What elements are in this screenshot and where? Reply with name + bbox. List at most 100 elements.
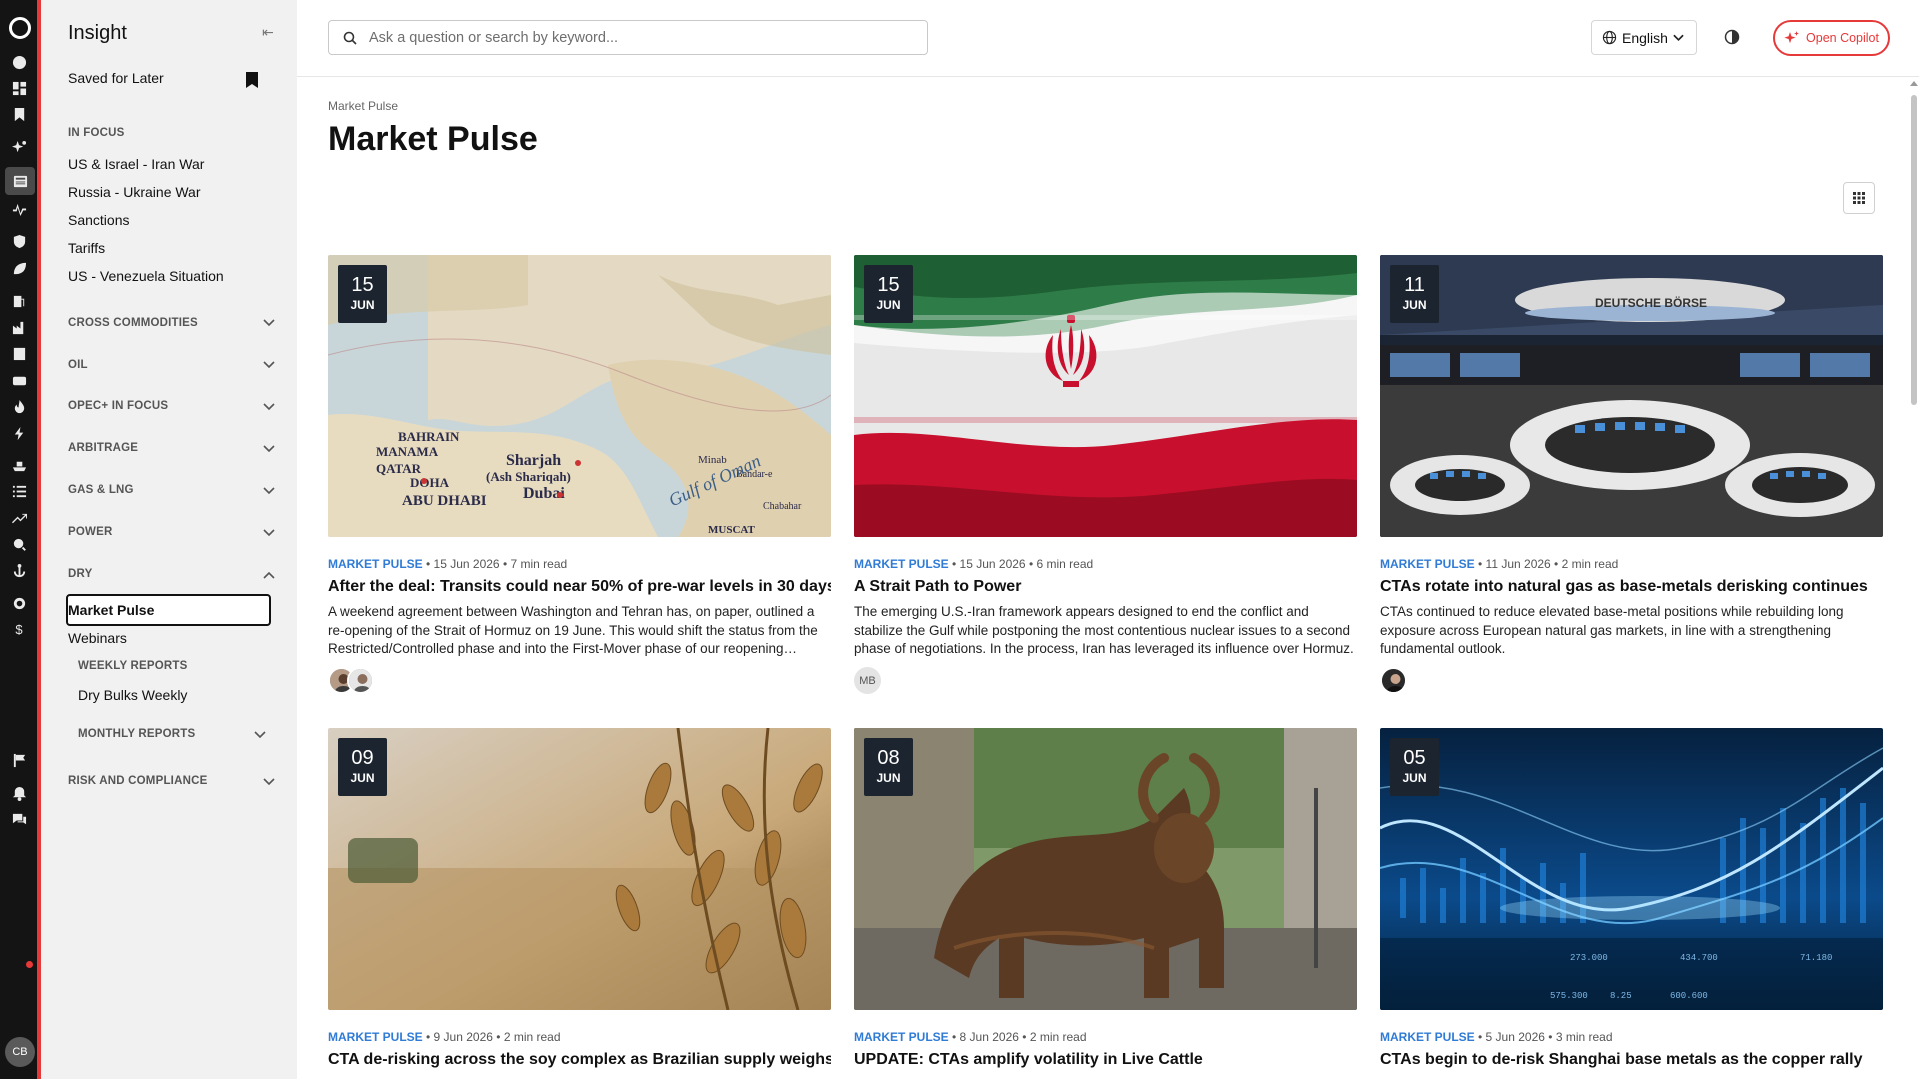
lng-icon[interactable] [10,371,28,389]
chevron-down-icon[interactable] [263,403,275,411]
article-title[interactable]: After the deal: Transits could near 50% … [328,578,831,596]
chevron-down-icon[interactable] [263,778,275,786]
search-box[interactable] [328,20,928,55]
analysis-icon[interactable] [10,535,28,553]
author-avatars [328,667,374,694]
article-title[interactable]: CTAs begin to de-risk Shanghai base meta… [1380,1051,1883,1069]
building-icon[interactable] [10,344,28,362]
leaf-icon[interactable] [10,259,28,277]
sidebar-item-webinars[interactable]: Webinars [68,630,127,646]
chat-icon[interactable] [10,810,28,828]
article-image-soy[interactable]: 09 JUN [328,728,831,1010]
section-opec[interactable]: OPEC+ IN FOCUS [68,400,168,412]
chevron-down-icon[interactable] [263,445,275,453]
app-title: Insight [68,22,127,44]
scroll-up-arrow[interactable] [1910,81,1918,86]
shield-icon[interactable] [10,232,28,250]
chevron-down-icon[interactable] [263,487,275,495]
copilot-label: Open Copilot [1806,31,1879,45]
logo-icon[interactable] [9,17,31,39]
anchor-icon[interactable] [10,561,28,579]
globe-gear-icon[interactable] [10,594,28,612]
bookmark-icon[interactable] [10,105,28,123]
open-copilot-button[interactable]: Open Copilot [1773,20,1890,56]
sidebar-item-russia-ukraine[interactable]: Russia - Ukraine War [68,184,201,200]
weekly-reports-header: WEEKLY REPORTS [78,660,188,672]
main-content: Market Pulse Market Pulse BAHRAIN MANAMA… [297,77,1909,1079]
in-focus-header: IN FOCUS [68,127,125,139]
search-input[interactable] [369,28,909,48]
article-meta: MARKET PULSE • 8 Jun 2026 • 2 min read [854,1030,1087,1044]
sidebar-item-sanctions[interactable]: Sanctions [68,212,129,228]
section-dry[interactable]: DRY [68,568,92,580]
grid-view-button[interactable] [1843,182,1875,214]
list-icon[interactable] [10,482,28,500]
chevron-down-icon[interactable] [254,731,266,739]
article-meta: MARKET PULSE • 9 Jun 2026 • 2 min read [328,1030,561,1044]
svg-text:Sharjah: Sharjah [506,452,561,469]
chevron-down-icon[interactable] [263,361,275,369]
factory-icon[interactable] [10,318,28,336]
sidebar-item-dry-bulks-weekly[interactable]: Dry Bulks Weekly [78,687,187,703]
svg-text:MUSCAT: MUSCAT [708,524,756,536]
svg-text:273.000: 273.000 [1570,953,1608,963]
sidebar-item-market-pulse[interactable]: Market Pulse [68,602,154,618]
flame-icon[interactable] [10,397,28,415]
ship-icon[interactable] [10,456,28,474]
article-image-ticker[interactable]: 273.000 434.700 575.300 600.600 8.25 71.… [1380,728,1883,1010]
sidebar-item-venezuela[interactable]: US - Venezuela Situation [68,268,224,284]
language-select[interactable]: English [1591,20,1697,55]
svg-text:575.300: 575.300 [1550,991,1588,1001]
chevron-down-icon[interactable] [263,529,275,537]
globe-icon[interactable] [10,53,28,71]
article-image-map[interactable]: BAHRAIN MANAMA QATAR DOHA Sharjah (Ash S… [328,255,831,537]
article-image-bull[interactable]: 08 JUN [854,728,1357,1010]
article-title[interactable]: A Strait Path to Power [854,578,1357,596]
sidebar-item-iran-war[interactable]: US & Israel - Iran War [68,156,204,172]
bell-icon[interactable] [10,784,28,802]
author-avatar[interactable]: MB [854,667,881,694]
news-icon[interactable] [5,167,35,195]
theme-toggle-icon[interactable] [1724,29,1740,45]
scrollbar[interactable] [1909,77,1919,1079]
svg-text:(Ash Shariqah): (Ash Shariqah) [486,469,571,484]
section-risk-compliance[interactable]: RISK AND COMPLIANCE [68,775,207,787]
author-avatars [1380,667,1407,694]
breadcrumb[interactable]: Market Pulse [328,99,398,113]
monthly-reports-header[interactable]: MONTHLY REPORTS [78,728,195,740]
article-meta: MARKET PULSE • 15 Jun 2026 • 6 min read [854,557,1094,571]
user-avatar[interactable]: CB [5,1037,35,1067]
article-title[interactable]: CTA de-risking across the soy complex as… [328,1051,831,1069]
article-image-exchange[interactable]: DEUTSCHE BÖRSE 11 JUN [1380,255,1883,537]
section-cross-commodities[interactable]: CROSS COMMODITIES [68,317,198,329]
bookmark-icon[interactable] [246,72,258,88]
article-title[interactable]: UPDATE: CTAs amplify volatility in Live … [854,1051,1357,1069]
chevron-up-icon[interactable] [263,571,275,579]
page-title: Market Pulse [328,120,538,158]
search-icon [343,31,357,45]
scrollbar-thumb[interactable] [1911,95,1917,405]
article-image-flag[interactable]: 15 JUN [854,255,1357,537]
trend-icon[interactable] [10,509,28,527]
flag-icon[interactable] [10,751,28,769]
article-title[interactable]: CTAs rotate into natural gas as base-met… [1380,578,1883,596]
svg-text:DOHA: DOHA [410,475,450,490]
dashboard-icon[interactable] [10,79,28,97]
sparkle-icon [1784,31,1800,44]
chart-icon[interactable] [10,199,28,217]
dollar-icon[interactable]: $ [10,620,28,638]
sparkle-icon[interactable] [10,138,28,156]
section-arbitrage[interactable]: ARBITRAGE [68,442,138,454]
author-avatar[interactable] [347,667,374,694]
fuel-icon[interactable] [10,292,28,310]
svg-text:MANAMA: MANAMA [376,444,439,459]
chevron-down-icon[interactable] [263,319,275,327]
lightning-icon[interactable] [10,424,28,442]
section-oil[interactable]: OIL [68,359,88,371]
section-power[interactable]: POWER [68,526,112,538]
saved-for-later-link[interactable]: Saved for Later [68,70,164,86]
author-avatar[interactable] [1380,667,1407,694]
collapse-sidebar-icon[interactable]: ⇤ [262,24,274,41]
sidebar-item-tariffs[interactable]: Tariffs [68,240,105,256]
section-gas-lng[interactable]: GAS & LNG [68,484,134,496]
